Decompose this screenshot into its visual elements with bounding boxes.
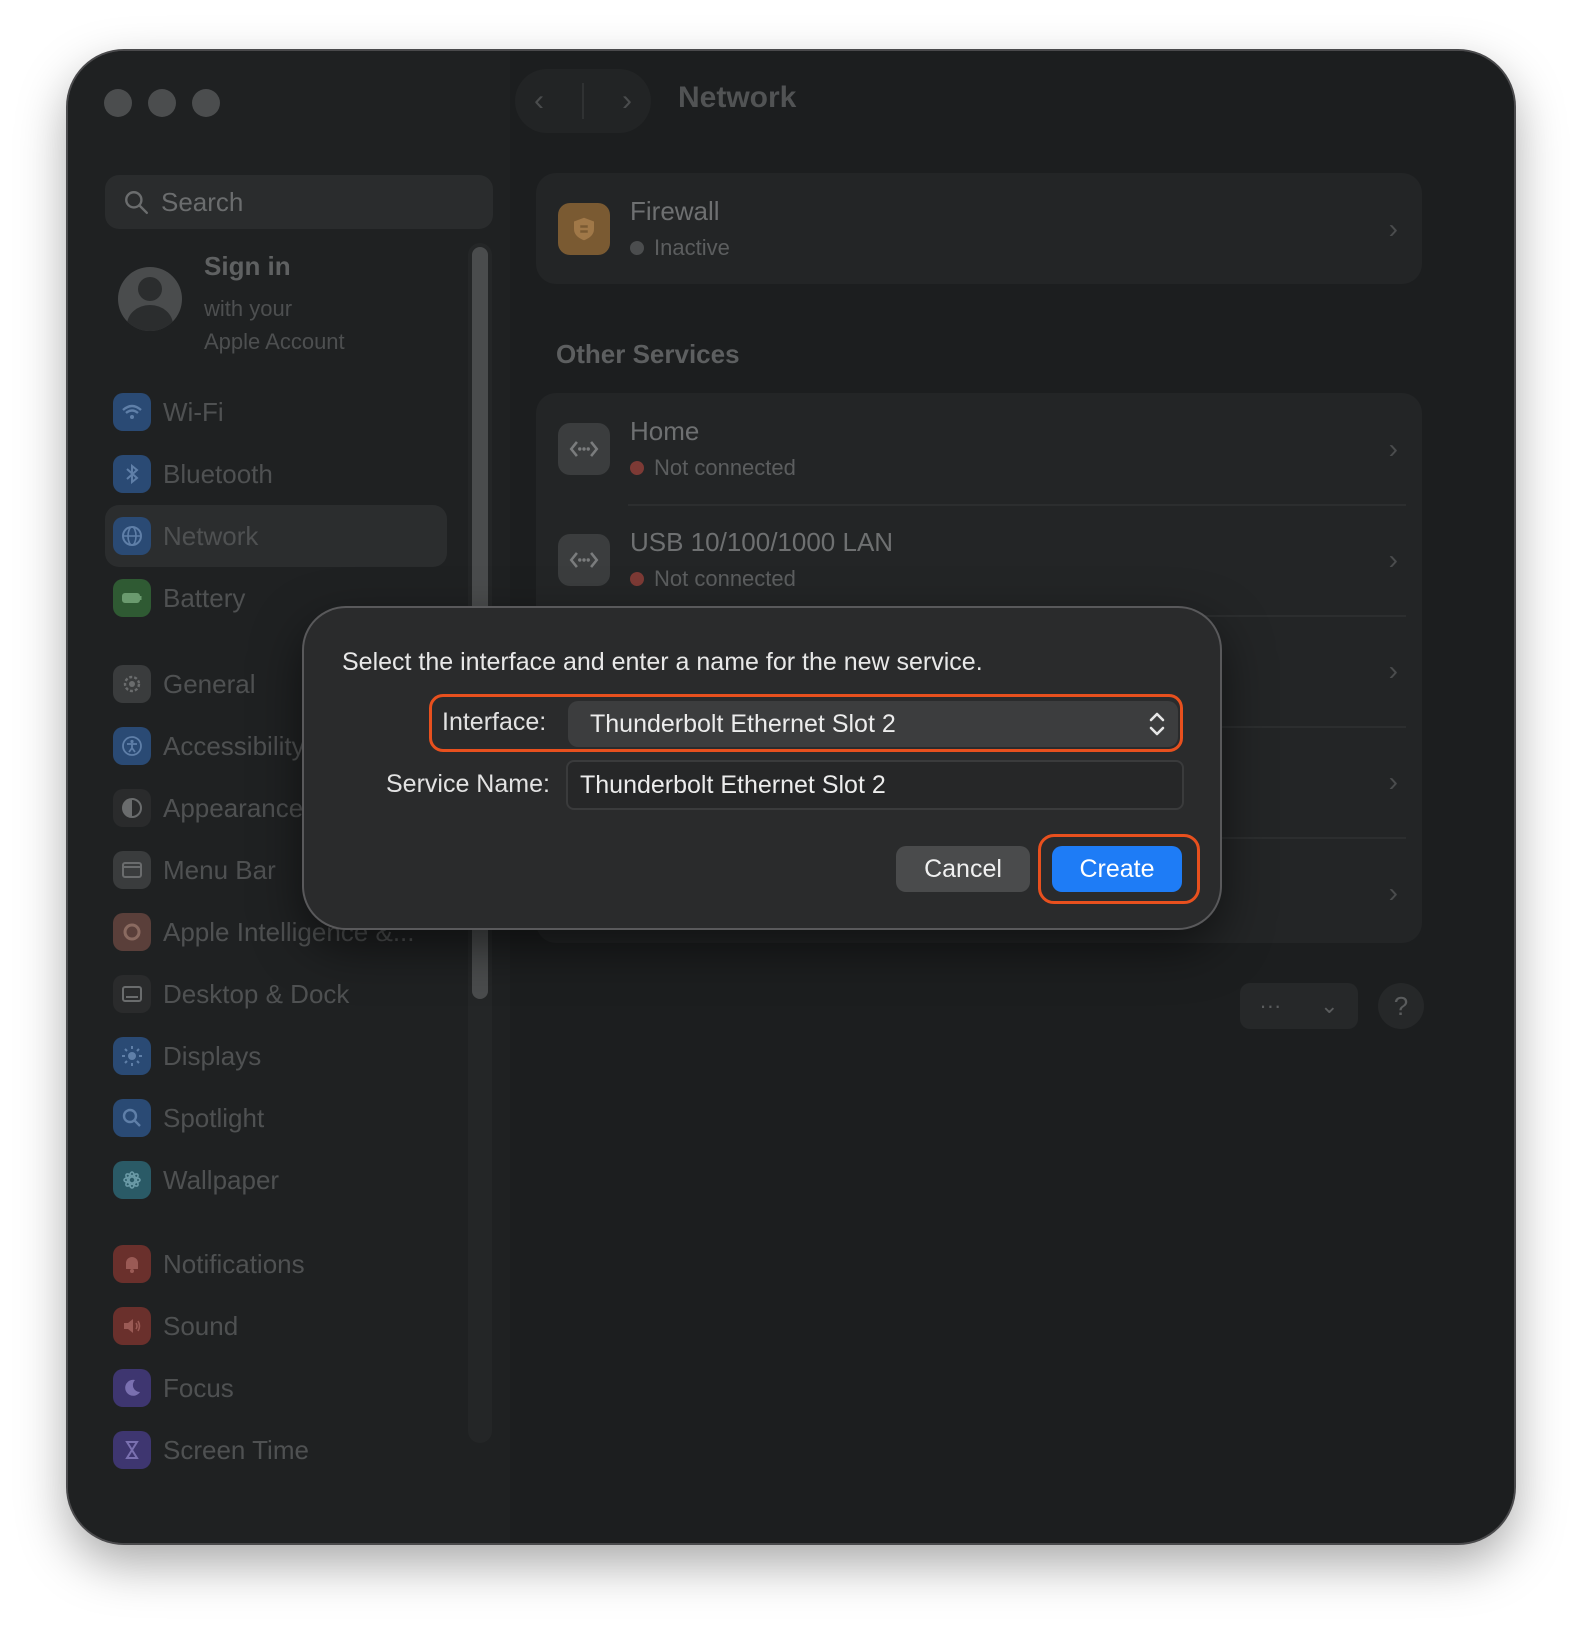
network-interface-icon — [558, 533, 610, 586]
status-dot — [630, 461, 644, 475]
sidebar-group-connectivity: Wi-Fi Bluetooth Network Battery — [105, 381, 447, 629]
account-title: Sign in — [204, 251, 291, 281]
sidebar-item-bluetooth[interactable]: Bluetooth — [105, 443, 447, 505]
chevron-right-icon: › — [1388, 212, 1398, 244]
gear-icon — [113, 665, 151, 703]
dialog-message: Select the interface and enter a name fo… — [342, 648, 983, 676]
minimize-window-button[interactable] — [148, 89, 176, 117]
sidebar-item-label: Menu Bar — [163, 854, 276, 885]
page-title: Network — [678, 81, 797, 114]
new-service-dialog: Select the interface and enter a name fo… — [304, 608, 1220, 928]
wifi-icon — [113, 393, 151, 431]
apple-intelligence-icon — [113, 913, 151, 951]
sidebar-item-label: Spotlight — [163, 1102, 265, 1133]
sidebar-item-wallpaper[interactable]: Wallpaper — [105, 1149, 447, 1211]
status-dot — [630, 572, 644, 586]
service-status: Not connected — [654, 455, 796, 480]
zoom-window-button[interactable] — [192, 89, 220, 117]
sidebar-item-label: Wi-Fi — [163, 396, 224, 427]
sidebar-item-displays[interactable]: Displays — [105, 1025, 447, 1087]
action-menu-button[interactable]: ··· ⌄ — [1240, 983, 1358, 1029]
sidebar-item-screen-time[interactable]: Screen Time — [105, 1419, 447, 1481]
sun-icon — [113, 1037, 151, 1075]
sidebar-item-label: Notifications — [163, 1248, 305, 1279]
nav-separator — [582, 83, 584, 119]
sidebar-item-label: Desktop & Dock — [163, 978, 350, 1009]
sidebar-item-label: Sound — [163, 1310, 239, 1341]
sidebar-item-focus[interactable]: Focus — [105, 1357, 447, 1419]
help-button[interactable]: ? — [1378, 983, 1424, 1029]
close-window-button[interactable] — [104, 89, 132, 117]
service-name-value: Thunderbolt Ethernet Slot 2 — [580, 770, 886, 799]
battery-icon — [113, 579, 151, 617]
status-dot — [630, 241, 644, 255]
appearance-icon — [113, 789, 151, 827]
forward-chevron-icon[interactable]: › — [622, 84, 632, 118]
chevron-right-icon: › — [1388, 654, 1398, 686]
search-input[interactable]: Search — [105, 175, 493, 229]
account-line2: Apple Account — [204, 329, 345, 354]
sidebar-item-label: Appearance — [163, 792, 304, 823]
avatar — [118, 267, 182, 331]
menubar-icon — [113, 851, 151, 889]
service-row-home[interactable]: Home Not connected › — [536, 393, 1422, 504]
spotlight-icon — [113, 1099, 151, 1137]
service-title: USB 10/100/1000 LAN — [630, 527, 894, 557]
chevron-right-icon: › — [1388, 543, 1398, 575]
accessibility-icon — [113, 727, 151, 765]
globe-icon — [113, 517, 151, 555]
chevron-right-icon: › — [1388, 432, 1398, 464]
search-placeholder: Search — [161, 186, 244, 217]
sidebar-item-label: Network — [163, 520, 259, 551]
sidebar-item-label: Screen Time — [163, 1434, 309, 1465]
sidebar-item-label: Focus — [163, 1372, 234, 1403]
sidebar-item-sound[interactable]: Sound — [105, 1295, 447, 1357]
chevron-down-icon: ⌄ — [1320, 993, 1339, 1018]
chevron-right-icon: › — [1388, 765, 1398, 797]
moon-icon — [113, 1369, 151, 1407]
sidebar-item-label: Displays — [163, 1040, 262, 1071]
back-chevron-icon[interactable]: ‹ — [534, 84, 544, 118]
apple-account-signin[interactable]: Sign in with your Apple Account — [118, 251, 345, 358]
bluetooth-icon — [113, 455, 151, 493]
sidebar-item-label: Accessibility — [163, 730, 305, 761]
service-name-label: Service Name: — [386, 770, 550, 798]
service-row-usb-lan[interactable]: USB 10/100/1000 LAN Not connected › — [536, 504, 1422, 615]
network-interface-icon — [558, 422, 610, 475]
sidebar-item-label: Bluetooth — [163, 458, 273, 489]
service-name-field[interactable]: Thunderbolt Ethernet Slot 2 — [566, 760, 1184, 810]
create-highlight-annotation — [1038, 834, 1200, 904]
wallpaper-icon — [113, 1161, 151, 1199]
cancel-button[interactable]: Cancel — [896, 846, 1030, 892]
search-icon — [125, 191, 149, 215]
more-icon: ··· — [1259, 993, 1282, 1018]
speaker-icon — [113, 1307, 151, 1345]
sidebar-item-network[interactable]: Network — [105, 505, 447, 567]
history-nav: ‹ › — [515, 69, 651, 133]
hourglass-icon — [113, 1431, 151, 1469]
service-title: Home — [630, 416, 700, 446]
account-line1: with your — [204, 296, 293, 321]
service-status: Not connected — [654, 566, 796, 591]
sidebar-item-notifications[interactable]: Notifications — [105, 1233, 447, 1295]
bell-icon — [113, 1245, 151, 1283]
sidebar-item-desktop-dock[interactable]: Desktop & Dock — [105, 963, 447, 1025]
chevron-right-icon: › — [1388, 876, 1398, 908]
sidebar-item-label: General — [163, 668, 256, 699]
sidebar-group-notifications: Notifications Sound Focus Screen Time — [105, 1233, 447, 1481]
firewall-status: Inactive — [654, 235, 730, 260]
sidebar-item-spotlight[interactable]: Spotlight — [105, 1087, 447, 1149]
sidebar-item-wifi[interactable]: Wi-Fi — [105, 381, 447, 443]
firewall-shield-icon — [558, 202, 610, 255]
dock-icon — [113, 975, 151, 1013]
interface-highlight-annotation — [429, 694, 1183, 752]
firewall-row[interactable]: Firewall Inactive › — [536, 173, 1422, 284]
sidebar-item-label: Battery — [163, 582, 246, 613]
sidebar-item-label: Wallpaper — [163, 1164, 280, 1195]
firewall-title: Firewall — [630, 196, 720, 226]
firewall-card: Firewall Inactive › — [536, 173, 1422, 284]
section-title-other-services: Other Services — [556, 339, 740, 369]
